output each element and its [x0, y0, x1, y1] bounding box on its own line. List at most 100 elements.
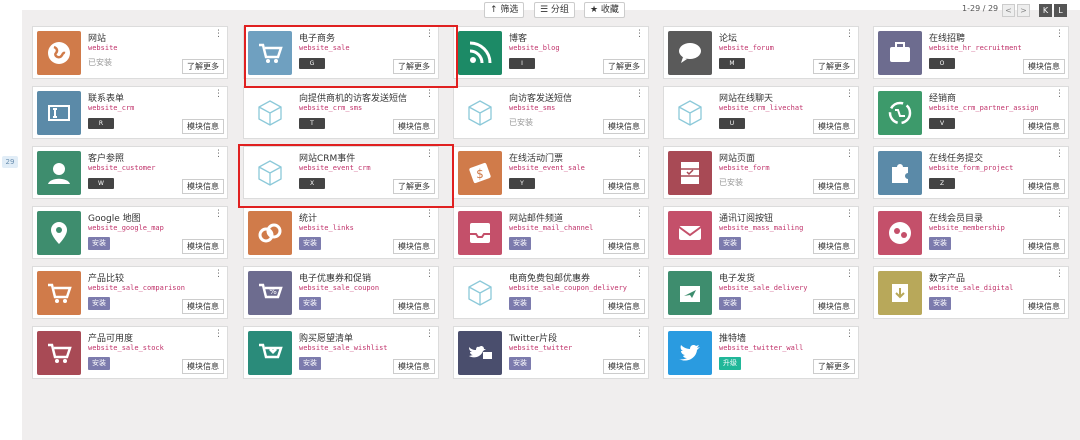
- app-card[interactable]: ⋮ 网站页面 website_form 已安装 模块信息: [663, 146, 859, 199]
- card-dropdown-toggle[interactable]: ⋮: [845, 210, 854, 219]
- app-card[interactable]: ⋮ 数字产品 website_sale_digital 安装 模块信息: [873, 266, 1069, 319]
- card-dropdown-toggle[interactable]: ⋮: [635, 210, 644, 219]
- app-card[interactable]: ⋮ Twitter片段 website_twitter 安装 模块信息: [453, 326, 649, 379]
- module-info-button[interactable]: 模块信息: [813, 299, 855, 314]
- card-dropdown-toggle[interactable]: ⋮: [635, 270, 644, 279]
- install-button[interactable]: 安装: [88, 297, 110, 310]
- module-info-button[interactable]: 模块信息: [603, 179, 645, 194]
- module-info-button[interactable]: 模块信息: [182, 359, 224, 374]
- card-dropdown-toggle[interactable]: ⋮: [214, 210, 223, 219]
- app-card[interactable]: ⋮ 网站在线聊天 website_crm_livechat U 模块信息: [663, 86, 859, 139]
- app-card[interactable]: ⋮ 向访客发送短信 website_sms 已安装 模块信息: [453, 86, 649, 139]
- module-info-button[interactable]: 模块信息: [393, 239, 435, 254]
- pager-prev-button[interactable]: <: [1002, 4, 1015, 17]
- app-card[interactable]: ⋮ 经销商 website_crm_partner_assign V 模块信息: [873, 86, 1069, 139]
- card-dropdown-toggle[interactable]: ⋮: [845, 30, 854, 39]
- module-info-button[interactable]: 模块信息: [1023, 119, 1065, 134]
- card-dropdown-toggle[interactable]: ⋮: [425, 210, 434, 219]
- card-dropdown-toggle[interactable]: ⋮: [214, 270, 223, 279]
- card-dropdown-toggle[interactable]: ⋮: [425, 330, 434, 339]
- card-dropdown-toggle[interactable]: ⋮: [214, 330, 223, 339]
- module-info-button[interactable]: 模块信息: [182, 119, 224, 134]
- install-button[interactable]: 安装: [299, 297, 321, 310]
- app-card[interactable]: ⋮ 博客 website_blog I 了解更多: [453, 26, 649, 79]
- install-button[interactable]: 安装: [299, 237, 321, 250]
- favorites-button[interactable]: ★ 收藏: [584, 2, 625, 18]
- card-dropdown-toggle[interactable]: ⋮: [425, 270, 434, 279]
- module-info-button[interactable]: 模块信息: [813, 239, 855, 254]
- module-info-button[interactable]: 模块信息: [813, 119, 855, 134]
- install-button[interactable]: 安装: [509, 297, 531, 310]
- card-dropdown-toggle[interactable]: ⋮: [1055, 30, 1064, 39]
- module-info-button[interactable]: 模块信息: [603, 359, 645, 374]
- app-card[interactable]: ⋮ 产品比较 website_sale_comparison 安装 模块信息: [32, 266, 228, 319]
- app-card[interactable]: ⋮ 通讯订阅按钮 website_mass_mailing 安装 模块信息: [663, 206, 859, 259]
- list-view-button[interactable]: L: [1054, 4, 1067, 17]
- module-info-button[interactable]: 模块信息: [182, 239, 224, 254]
- module-info-button[interactable]: 模块信息: [603, 119, 645, 134]
- app-card[interactable]: ⋮ 网站 website 已安装 了解更多: [32, 26, 228, 79]
- app-card[interactable]: ⋮ 在线会员目录 website_membership 安装 模块信息: [873, 206, 1069, 259]
- app-card[interactable]: % ⋮ 电子优惠券和促销 website_sale_coupon 安装 模块信息: [243, 266, 439, 319]
- app-card[interactable]: $ ⋮ 在线活动门票 website_event_sale Y 模块信息: [453, 146, 649, 199]
- app-card[interactable]: ⋮ 论坛 website_forum M 了解更多: [663, 26, 859, 79]
- learn-more-button[interactable]: 了解更多: [813, 359, 855, 374]
- app-card[interactable]: ⋮ 统计 website_links 安装 模块信息: [243, 206, 439, 259]
- install-button[interactable]: 安装: [509, 237, 531, 250]
- card-dropdown-toggle[interactable]: ⋮: [635, 90, 644, 99]
- card-dropdown-toggle[interactable]: ⋮: [635, 150, 644, 159]
- card-dropdown-toggle[interactable]: ⋮: [1055, 90, 1064, 99]
- card-dropdown-toggle[interactable]: ⋮: [635, 30, 644, 39]
- module-info-button[interactable]: 模块信息: [1023, 179, 1065, 194]
- learn-more-button[interactable]: 了解更多: [813, 59, 855, 74]
- learn-more-button[interactable]: 了解更多: [603, 59, 645, 74]
- module-info-button[interactable]: 模块信息: [813, 179, 855, 194]
- card-dropdown-toggle[interactable]: ⋮: [1055, 150, 1064, 159]
- app-card[interactable]: ⋮ 购买愿望清单 website_sale_wishlist 安装 模块信息: [243, 326, 439, 379]
- upgrade-button[interactable]: 升级: [719, 357, 741, 370]
- learn-more-button[interactable]: 了解更多: [182, 59, 224, 74]
- kanban-view-button[interactable]: K: [1039, 4, 1052, 17]
- app-card[interactable]: ⋮ 向提供商机的访客发送短信 website_crm_sms T 模块信息: [243, 86, 439, 139]
- card-dropdown-toggle[interactable]: ⋮: [425, 90, 434, 99]
- app-card[interactable]: ⋮ 在线招聘 website_hr_recruitment O 模块信息: [873, 26, 1069, 79]
- card-dropdown-toggle[interactable]: ⋮: [214, 30, 223, 39]
- card-dropdown-toggle[interactable]: ⋮: [845, 270, 854, 279]
- install-button[interactable]: 安装: [299, 357, 321, 370]
- app-card[interactable]: ⋮ 电商免费包邮优惠券 website_sale_coupon_delivery 安装…: [453, 266, 649, 319]
- module-info-button[interactable]: 模块信息: [182, 299, 224, 314]
- app-card[interactable]: ⋮ 网站邮件频道 website_mail_channel 安装 模块信息: [453, 206, 649, 259]
- card-dropdown-toggle[interactable]: ⋮: [214, 90, 223, 99]
- card-dropdown-toggle[interactable]: ⋮: [214, 150, 223, 159]
- card-dropdown-toggle[interactable]: ⋮: [845, 330, 854, 339]
- install-button[interactable]: 安装: [88, 357, 110, 370]
- app-card[interactable]: ⋮ 在线任务提交 website_form_project Z 模块信息: [873, 146, 1069, 199]
- install-button[interactable]: 安装: [88, 237, 110, 250]
- install-button[interactable]: 安装: [509, 357, 531, 370]
- module-info-button[interactable]: 模块信息: [393, 119, 435, 134]
- module-info-button[interactable]: 模块信息: [1023, 59, 1065, 74]
- app-card[interactable]: ⋮ 电子发货 website_sale_delivery 安装 模块信息: [663, 266, 859, 319]
- group-by-button[interactable]: ☰ 分组: [534, 2, 575, 18]
- module-info-button[interactable]: 模块信息: [603, 239, 645, 254]
- card-dropdown-toggle[interactable]: ⋮: [1055, 210, 1064, 219]
- app-card[interactable]: ⋮ 客户参照 website_customer W 模块信息: [32, 146, 228, 199]
- install-button[interactable]: 安装: [929, 237, 951, 250]
- module-info-button[interactable]: 模块信息: [603, 299, 645, 314]
- module-info-button[interactable]: 模块信息: [393, 299, 435, 314]
- install-button[interactable]: 安装: [719, 237, 741, 250]
- module-info-button[interactable]: 模块信息: [1023, 299, 1065, 314]
- install-button[interactable]: 安装: [929, 297, 951, 310]
- install-button[interactable]: 安装: [719, 297, 741, 310]
- card-dropdown-toggle[interactable]: ⋮: [845, 90, 854, 99]
- app-card[interactable]: ⋮ 产品可用度 website_sale_stock 安装 模块信息: [32, 326, 228, 379]
- app-card[interactable]: ⋮ Google 地图 website_google_map 安装 模块信息: [32, 206, 228, 259]
- module-info-button[interactable]: 模块信息: [182, 179, 224, 194]
- card-dropdown-toggle[interactable]: ⋮: [1055, 270, 1064, 279]
- app-card[interactable]: ⋮ 联系表单 website_crm R 模块信息: [32, 86, 228, 139]
- filter-button[interactable]: ↑ 筛选: [484, 2, 525, 18]
- module-info-button[interactable]: 模块信息: [393, 359, 435, 374]
- card-dropdown-toggle[interactable]: ⋮: [845, 150, 854, 159]
- module-info-button[interactable]: 模块信息: [1023, 239, 1065, 254]
- app-card[interactable]: ⋮ 推特墙 website_twitter_wall 升级 了解更多: [663, 326, 859, 379]
